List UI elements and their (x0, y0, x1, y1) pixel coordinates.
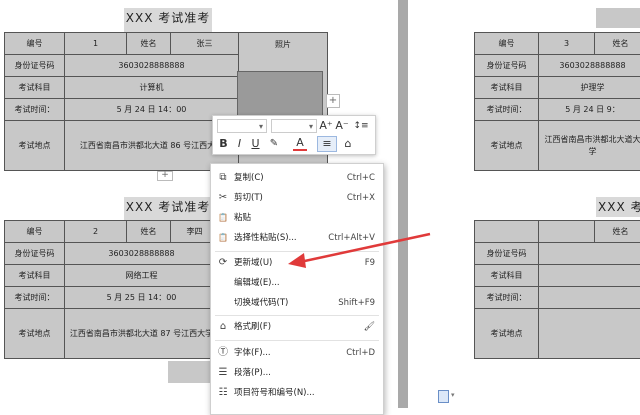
arrow-shaft (300, 234, 430, 262)
annotation-arrow (0, 0, 640, 408)
arrow-head (288, 253, 306, 268)
